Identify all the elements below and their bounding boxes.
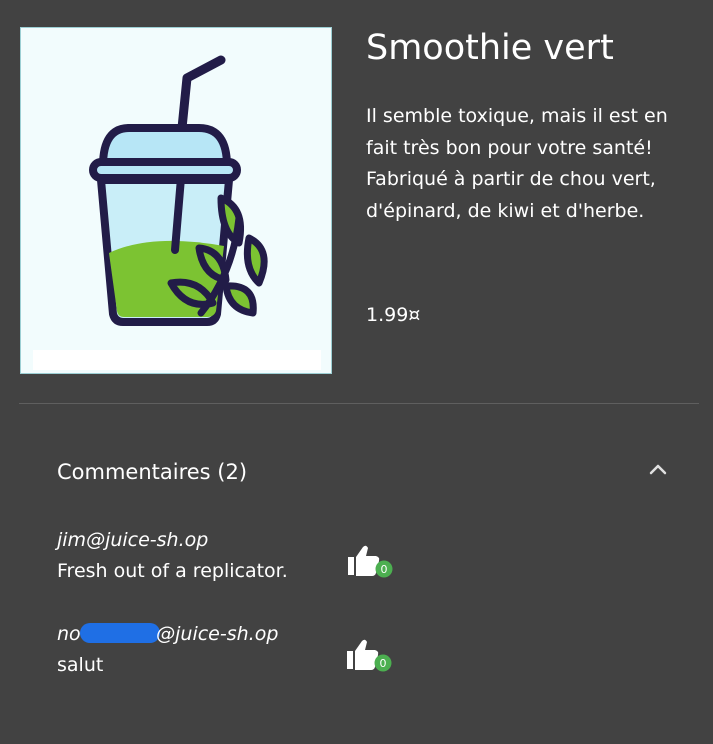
review-author: not @juice-sh.op [57, 619, 577, 649]
product-price: 1.99¤ [366, 304, 421, 326]
review-author-suffix: @juice-sh.op [156, 623, 279, 645]
comments-title: Commentaires (2) [57, 460, 248, 484]
like-count-badge: 0 [374, 654, 392, 672]
redaction-mark [80, 623, 161, 643]
like-count: 0 [380, 657, 387, 670]
like-button[interactable]: 0 [346, 544, 393, 584]
comments-expansion-header[interactable]: Commentaires (2) [20, 440, 700, 504]
review-author: jim@juice-sh.op [57, 529, 209, 551]
image-caption-strip [33, 350, 321, 370]
divider [19, 403, 699, 404]
review-item: jim@juice-sh.op Fresh out of a replicato… [57, 525, 577, 587]
product-detail-dialog: Smoothie vert Il semble toxique, mais il… [0, 0, 713, 744]
smoothie-cup-illustration [89, 55, 268, 326]
like-count: 0 [381, 563, 388, 576]
review-text: salut [57, 654, 104, 676]
review-text: Fresh out of a replicator. [57, 560, 288, 582]
like-button[interactable]: 0 [345, 638, 392, 678]
like-count-badge: 0 [375, 560, 393, 578]
review-item: not @juice-sh.op salut [57, 619, 577, 681]
product-title: Smoothie vert [366, 28, 614, 68]
chevron-up-icon[interactable] [648, 460, 668, 480]
product-description: Il semble toxique, mais il est en fait t… [366, 105, 668, 222]
product-image [20, 27, 332, 374]
